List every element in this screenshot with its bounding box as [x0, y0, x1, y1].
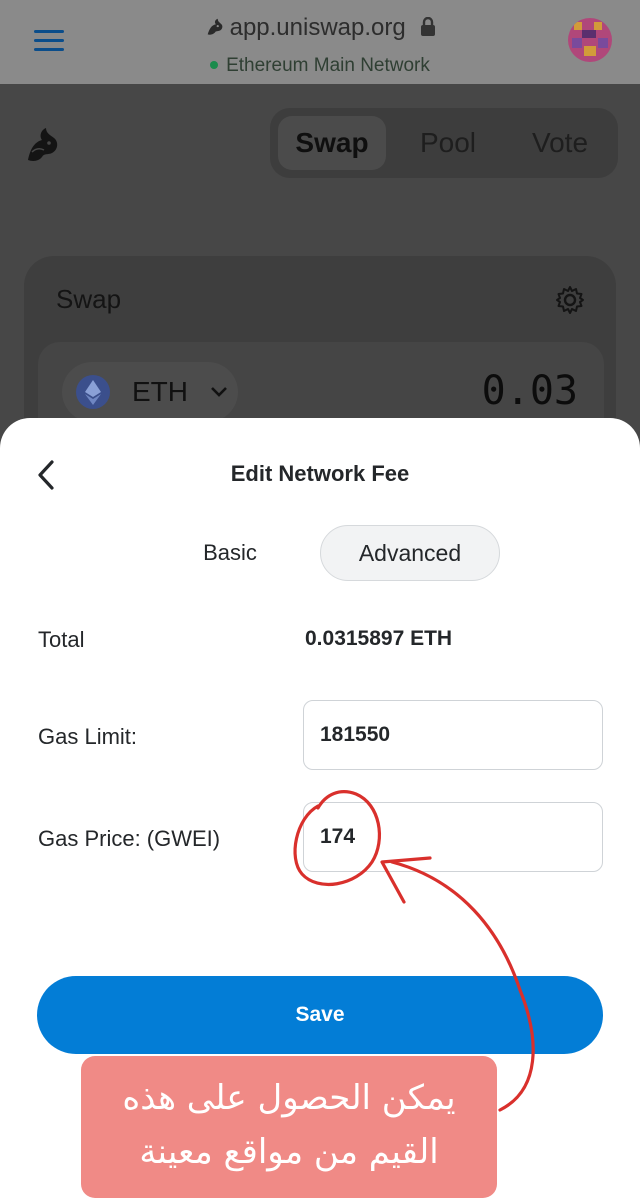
annotation-line-2: القيم من مواقع معينة	[139, 1132, 439, 1172]
swap-card-title: Swap	[56, 284, 122, 314]
eth-logo-icon	[76, 375, 110, 409]
tab-vote[interactable]: Vote	[510, 116, 610, 170]
tab-basic[interactable]: Basic	[170, 526, 290, 580]
uniswap-logo-icon[interactable]	[22, 122, 66, 166]
chevron-down-icon	[211, 387, 227, 397]
gas-price-field[interactable]: 174	[303, 802, 603, 872]
save-button[interactable]: Save	[37, 976, 603, 1054]
annotation-note: يمكن الحصول على هذه القيم من مواقع معينة	[81, 1056, 497, 1198]
site-favicon-icon	[207, 18, 222, 35]
gas-price-label: Gas Price: (GWEI)	[38, 826, 221, 851]
address-bar[interactable]: app.uniswap.org	[0, 14, 640, 42]
url-text: app.uniswap.org	[229, 14, 406, 41]
gas-price-value: 174	[320, 825, 356, 848]
settings-gear-icon[interactable]	[554, 284, 586, 316]
account-avatar[interactable]	[568, 18, 612, 62]
gas-limit-label: Gas Limit:	[38, 724, 138, 749]
gas-limit-field[interactable]: 181550	[303, 700, 603, 770]
tab-advanced[interactable]: Advanced	[320, 525, 500, 581]
sheet-title: Edit Network Fee	[230, 461, 410, 486]
browser-bar: app.uniswap.org Ethereum Main Network	[0, 0, 640, 84]
tab-swap[interactable]: Swap	[278, 116, 386, 170]
network-indicator: Ethereum Main Network	[0, 55, 640, 77]
token-symbol: ETH	[132, 376, 188, 407]
nav-tabs: Swap Pool Vote	[270, 108, 618, 178]
identicon-icon	[568, 18, 612, 62]
annotation-line-1: يمكن الحصول على هذه	[122, 1078, 456, 1118]
network-name: Ethereum Main Network	[226, 55, 430, 76]
network-status-dot	[210, 61, 219, 69]
token-select-button[interactable]: ETH	[62, 362, 238, 422]
total-label: Total	[38, 627, 85, 652]
tab-pool[interactable]: Pool	[396, 116, 500, 170]
swap-amount[interactable]: 0.03	[482, 368, 578, 414]
gas-limit-value: 181550	[320, 723, 391, 746]
total-value: 0.0315897 ETH	[305, 627, 453, 650]
lock-icon	[421, 17, 436, 36]
